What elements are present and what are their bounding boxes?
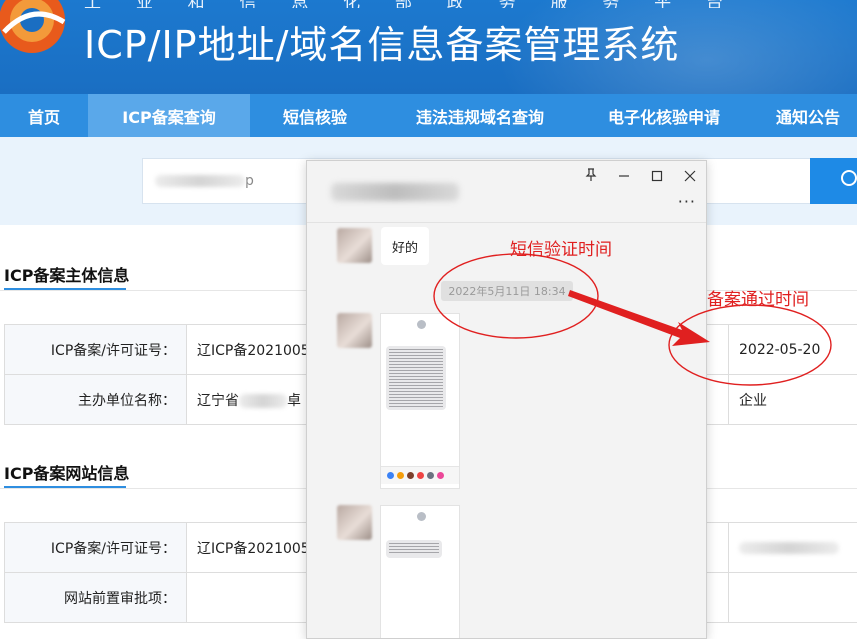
nav-item-sms-verify[interactable]: 短信核验	[250, 94, 380, 137]
nav-item-e-verify-apply[interactable]: 电子化核验申请	[580, 94, 748, 137]
organizer-value-tail: 卓	[287, 392, 301, 409]
contact-avatar-icon	[417, 512, 426, 521]
subtitle-char: 工	[84, 0, 102, 8]
message-timestamp: 2022年5月11日 18:34	[441, 281, 573, 301]
app-dot-icon	[387, 472, 394, 479]
ministry-logo-icon	[0, 0, 66, 53]
search-button[interactable]	[810, 158, 857, 204]
redacted-text	[239, 393, 287, 408]
nav-item-illegal-domain-query[interactable]: 违法违规域名查询	[380, 94, 580, 137]
maximize-icon[interactable]	[646, 167, 668, 189]
subtitle-char: 务	[499, 0, 517, 8]
main-nav: 首页 ICP备案查询 短信核验 违法违规域名查询 电子化核验申请 通知公告	[0, 94, 857, 137]
chat-window: ··· 好的 2022年5月11日 18:34	[306, 160, 707, 639]
screenshot-image[interactable]	[380, 313, 460, 489]
chat-titlebar[interactable]: ···	[307, 161, 706, 223]
subtitle-char: 息	[291, 0, 309, 8]
license-label: ICP备案/许可证号：	[4, 522, 187, 573]
app-dot-icon	[417, 472, 424, 479]
organizer-type-value: 企业	[728, 374, 857, 425]
screenshot-image[interactable]	[380, 505, 460, 638]
approval-time-annotation: 备案通过时间	[707, 290, 809, 310]
contact-avatar-icon	[417, 320, 426, 329]
subtitle-char: 服	[550, 0, 568, 8]
organizer-label: 主办单位名称：	[4, 374, 187, 425]
website-section-title: ICP备案网站信息	[4, 464, 130, 483]
site-header: 工 业 和 信 息 化 部 政 务 服 务 平 台 ICP/IP地址/域名信息备…	[0, 0, 857, 94]
app-dot-icon	[437, 472, 444, 479]
pin-icon[interactable]	[580, 167, 602, 189]
pre-approval-label: 网站前置审批项：	[4, 572, 187, 623]
redacted-text	[739, 541, 839, 554]
image-header	[381, 314, 459, 342]
website-domain-value	[728, 522, 857, 573]
organizer-value-prefix: 辽宁省	[197, 392, 239, 409]
subtitle-char: 化	[343, 0, 361, 8]
sms-message-image	[386, 540, 442, 558]
site-title: ICP/IP地址/域名信息备案管理系统	[84, 23, 680, 67]
license-label: ICP备案/许可证号：	[4, 324, 187, 375]
subtitle-char: 业	[136, 0, 154, 8]
platform-subtitle: 工 业 和 信 息 化 部 政 务 服 务 平 台	[84, 0, 724, 8]
sms-verify-time-annotation: 短信验证时间	[510, 240, 612, 260]
more-options-icon[interactable]: ···	[678, 192, 696, 211]
subtitle-char: 部	[395, 0, 413, 8]
sms-message-image	[386, 346, 446, 410]
redacted-text	[155, 175, 245, 187]
hidden-cell	[728, 572, 857, 623]
redacted-contact-name	[331, 183, 459, 201]
search-icon	[841, 170, 857, 186]
avatar[interactable]	[337, 505, 372, 540]
subtitle-char: 和	[188, 0, 206, 8]
search-input-value: p	[245, 173, 254, 189]
nav-item-icp-query[interactable]: ICP备案查询	[88, 94, 250, 137]
message-bubble[interactable]: 好的	[381, 227, 429, 265]
minimize-icon[interactable]	[613, 167, 635, 189]
nav-item-notices[interactable]: 通知公告	[748, 94, 857, 137]
subtitle-char: 信	[239, 0, 257, 8]
subtitle-char: 政	[447, 0, 465, 8]
image-header	[381, 506, 459, 534]
avatar[interactable]	[337, 313, 372, 348]
nav-item-home[interactable]: 首页	[0, 94, 88, 137]
approval-date-value: 2022-05-20	[728, 324, 857, 375]
subtitle-char: 务	[602, 0, 620, 8]
subtitle-char: 平	[654, 0, 672, 8]
image-bottom-bar	[381, 466, 459, 484]
app-dot-icon	[407, 472, 414, 479]
app-dot-icon	[397, 472, 404, 479]
close-icon[interactable]	[679, 167, 701, 189]
subtitle-char: 台	[706, 0, 724, 8]
app-dot-icon	[427, 472, 434, 479]
avatar[interactable]	[337, 228, 372, 263]
subject-section-title: ICP备案主体信息	[4, 266, 130, 285]
